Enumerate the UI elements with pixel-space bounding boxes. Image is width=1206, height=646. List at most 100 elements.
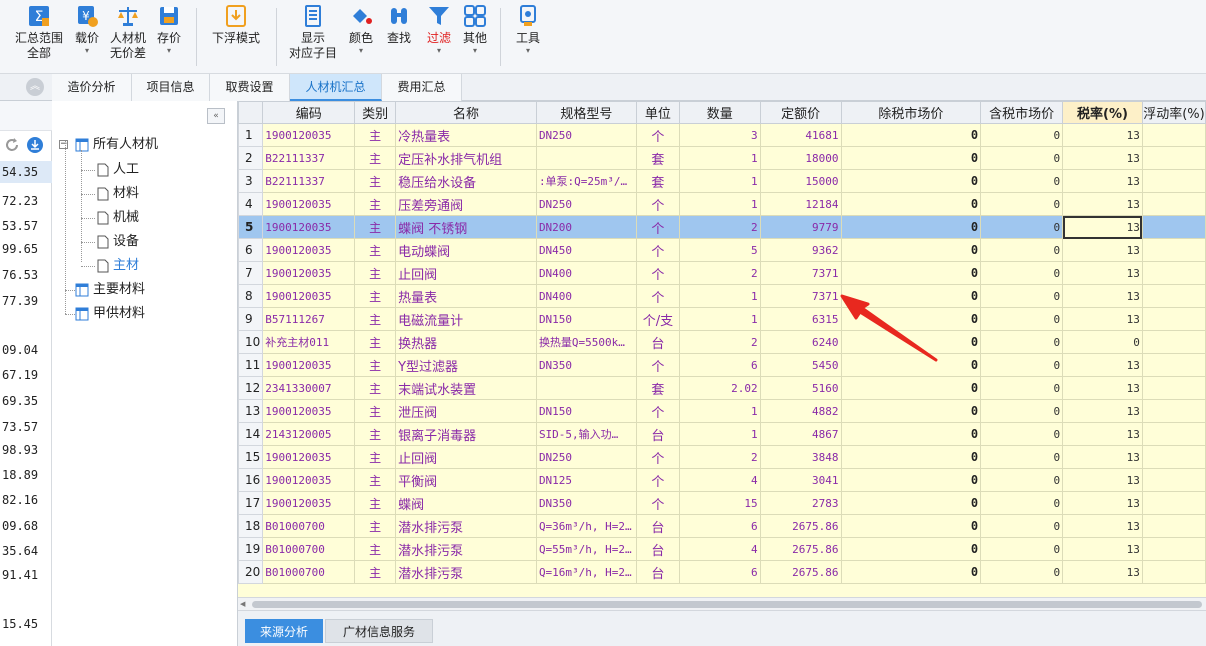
- quantity-cell[interactable]: 6: [678, 514, 761, 538]
- quantity-cell[interactable]: 4: [678, 537, 761, 561]
- tab-source-analysis[interactable]: 来源分析: [245, 619, 323, 643]
- unit-cell[interactable]: 个: [635, 353, 680, 377]
- tax-rate-cell[interactable]: 13: [1062, 491, 1143, 515]
- unit-cell[interactable]: 个: [635, 399, 680, 423]
- unit-cell[interactable]: 个: [635, 468, 680, 492]
- spec-cell[interactable]: DN350: [535, 491, 637, 515]
- quantity-cell[interactable]: 2.02: [678, 376, 761, 400]
- inc-tax-price-cell[interactable]: 0: [980, 215, 1064, 239]
- float-rate-cell[interactable]: [1141, 399, 1206, 423]
- inc-tax-price-cell[interactable]: 0: [980, 192, 1064, 216]
- inc-tax-price-cell[interactable]: 0: [980, 123, 1064, 147]
- code-cell[interactable]: 1900120035: [262, 468, 356, 492]
- float-rate-cell[interactable]: [1141, 537, 1206, 561]
- ex-tax-price-cell[interactable]: 0: [840, 330, 982, 354]
- quantity-cell[interactable]: 5: [678, 238, 761, 262]
- category-cell[interactable]: 主: [354, 514, 397, 538]
- unit-cell[interactable]: 个: [635, 192, 680, 216]
- unit-cell[interactable]: 套: [635, 376, 680, 400]
- code-cell[interactable]: 1900120035: [262, 445, 356, 469]
- summary-range-button[interactable]: Σ 汇总范围 全部: [10, 4, 68, 70]
- column-header-category[interactable]: 类别: [354, 101, 397, 124]
- inc-tax-price-cell[interactable]: 0: [980, 537, 1064, 561]
- name-cell[interactable]: 止回阀: [395, 261, 537, 285]
- ex-tax-price-cell[interactable]: 0: [840, 215, 982, 239]
- name-cell[interactable]: 潜水排污泵: [395, 537, 537, 561]
- code-cell[interactable]: B22111337: [262, 146, 356, 170]
- category-cell[interactable]: 主: [354, 169, 397, 193]
- inc-tax-price-cell[interactable]: 0: [980, 422, 1064, 446]
- code-cell[interactable]: 2341330007: [262, 376, 356, 400]
- quantity-cell[interactable]: 2: [678, 261, 761, 285]
- column-header-quantity[interactable]: 数量: [678, 101, 761, 124]
- code-cell[interactable]: B01000700: [262, 537, 356, 561]
- quantity-cell[interactable]: 6: [678, 353, 761, 377]
- code-cell[interactable]: 1900120035: [262, 192, 356, 216]
- table-row[interactable]: 13 1900120035 主泄压阀 DN150 个 1 4882 0 0 13: [238, 399, 1206, 423]
- ex-tax-price-cell[interactable]: 0: [840, 376, 982, 400]
- table-row[interactable]: 19 B01000700 主潜水排污泵 Q=55m³/h, H=2… 台 4 2675.86…: [238, 537, 1206, 561]
- quota-price-cell[interactable]: 6315: [759, 307, 842, 331]
- name-cell[interactable]: 热量表: [395, 284, 537, 308]
- tree-node-owner-supplied[interactable]: 甲供材料: [75, 303, 145, 325]
- tax-rate-cell[interactable]: 13: [1062, 399, 1143, 423]
- ex-tax-price-cell[interactable]: 0: [840, 123, 982, 147]
- tax-rate-cell[interactable]: 13: [1062, 307, 1143, 331]
- name-cell[interactable]: 电动蝶阀: [395, 238, 537, 262]
- category-cell[interactable]: 主: [354, 560, 397, 584]
- quota-price-cell[interactable]: 4882: [759, 399, 842, 423]
- unit-cell[interactable]: 个: [635, 445, 680, 469]
- quota-price-cell[interactable]: 41681: [759, 123, 842, 147]
- quantity-cell[interactable]: 3: [678, 123, 761, 147]
- table-row[interactable]: 4 1900120035 主压差旁通阀 DN250 个 1 12184 0 0 13: [238, 192, 1206, 216]
- name-cell[interactable]: 蝶阀: [395, 491, 537, 515]
- tree-node-all[interactable]: 所有人材机: [75, 134, 158, 156]
- ex-tax-price-cell[interactable]: 0: [840, 399, 982, 423]
- tab-material-info-service[interactable]: 广材信息服务: [325, 619, 433, 643]
- tax-rate-cell[interactable]: 13: [1062, 261, 1143, 285]
- float-rate-cell[interactable]: [1141, 169, 1206, 193]
- collapse-left-icon[interactable]: «: [207, 108, 225, 124]
- tree-node-main-material[interactable]: 主材: [97, 255, 139, 277]
- name-cell[interactable]: 稳压给水设备: [395, 169, 537, 193]
- unit-cell[interactable]: 个: [635, 261, 680, 285]
- table-row[interactable]: 11 1900120035 主 Y型过滤器 DN350 个 6 5450 0 0 13: [238, 353, 1206, 377]
- category-cell[interactable]: 主: [354, 123, 397, 147]
- quota-price-cell[interactable]: 5450: [759, 353, 842, 377]
- float-rate-cell[interactable]: [1141, 192, 1206, 216]
- quantity-cell[interactable]: 1: [678, 284, 761, 308]
- quantity-cell[interactable]: 4: [678, 468, 761, 492]
- scroll-left-icon[interactable]: ◀: [240, 600, 248, 608]
- spec-cell[interactable]: DN350: [535, 353, 637, 377]
- spec-cell[interactable]: DN125: [535, 468, 637, 492]
- category-cell[interactable]: 主: [354, 491, 397, 515]
- spec-cell[interactable]: DN400: [535, 284, 637, 308]
- tax-rate-cell[interactable]: 13: [1062, 376, 1143, 400]
- spec-cell[interactable]: DN150: [535, 307, 637, 331]
- table-row[interactable]: 16 1900120035 主平衡阀 DN125 个 4 3041 0 0 13: [238, 468, 1206, 492]
- quota-price-cell[interactable]: 2675.86: [759, 537, 842, 561]
- quota-price-cell[interactable]: 6240: [759, 330, 842, 354]
- category-cell[interactable]: 主: [354, 192, 397, 216]
- category-cell[interactable]: 主: [354, 215, 397, 239]
- float-rate-cell[interactable]: [1141, 307, 1206, 331]
- inc-tax-price-cell[interactable]: 0: [980, 353, 1064, 377]
- name-cell[interactable]: Y型过滤器: [395, 353, 537, 377]
- inc-tax-price-cell[interactable]: 0: [980, 307, 1064, 331]
- name-cell[interactable]: 平衡阀: [395, 468, 537, 492]
- tax-rate-cell[interactable]: 13: [1062, 468, 1143, 492]
- inc-tax-price-cell[interactable]: 0: [980, 330, 1064, 354]
- float-rate-cell[interactable]: [1141, 560, 1206, 584]
- tools-button[interactable]: 工具 ▾: [510, 4, 546, 70]
- other-button[interactable]: 其他 ▾: [458, 4, 492, 70]
- tax-rate-cell[interactable]: 13: [1062, 445, 1143, 469]
- spec-cell[interactable]: Q=16m³/h, H=2…: [535, 560, 637, 584]
- quantity-cell[interactable]: 15: [678, 491, 761, 515]
- tax-rate-cell[interactable]: 13: [1062, 192, 1143, 216]
- ex-tax-price-cell[interactable]: 0: [840, 307, 982, 331]
- column-header-float-rate[interactable]: 浮动率(%): [1141, 101, 1206, 124]
- inc-tax-price-cell[interactable]: 0: [980, 445, 1064, 469]
- save-price-button[interactable]: 存价 ▾: [152, 4, 186, 70]
- tax-rate-cell[interactable]: 0: [1062, 330, 1143, 354]
- code-cell[interactable]: 1900120035: [262, 238, 356, 262]
